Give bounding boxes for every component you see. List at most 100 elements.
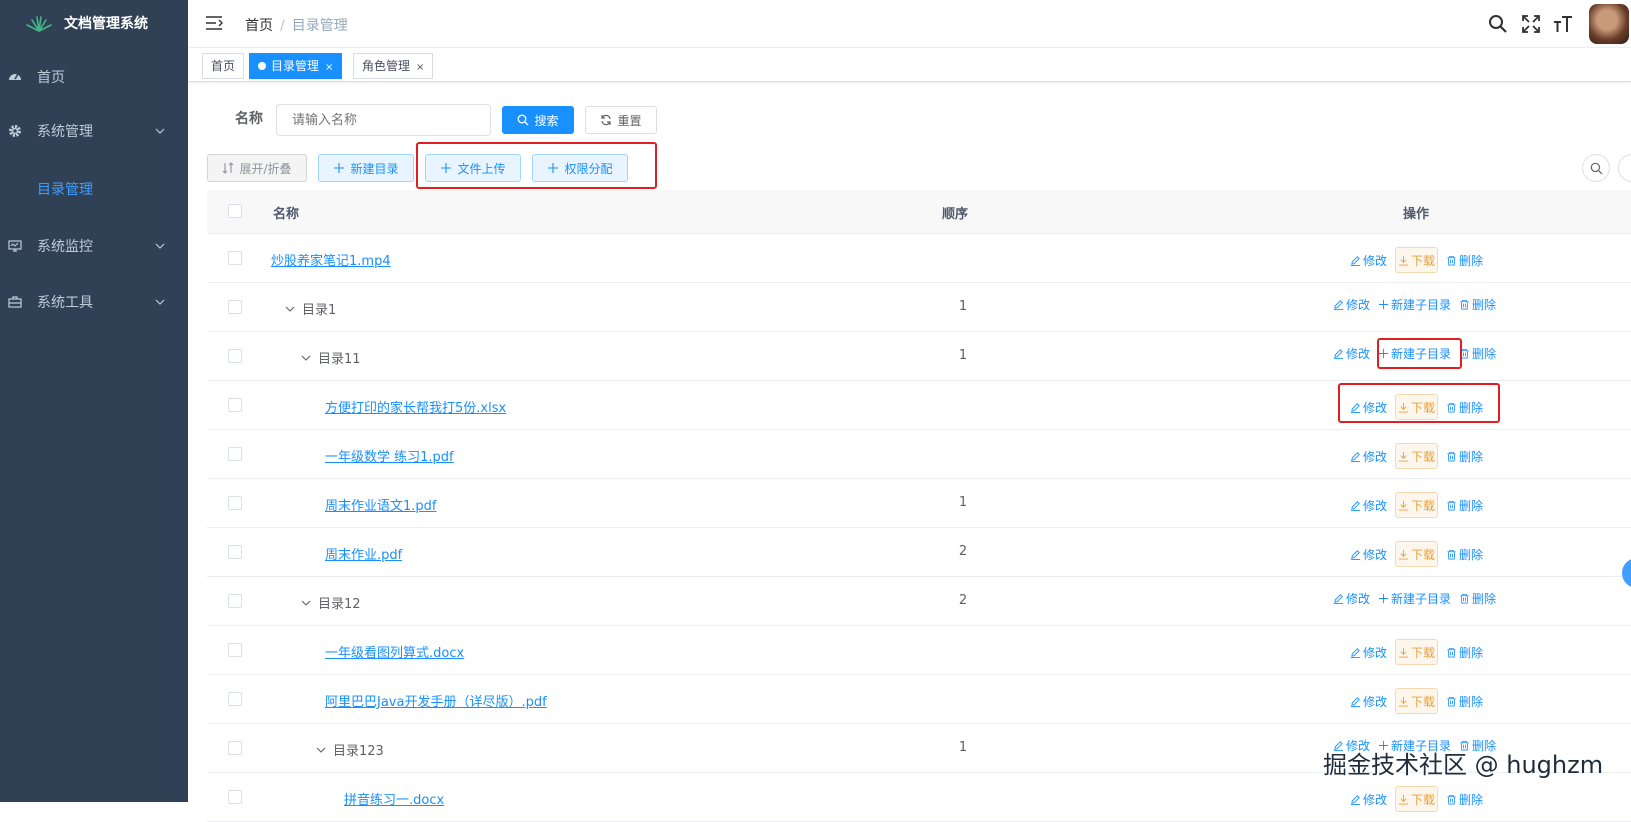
name-search-input[interactable] [276, 104, 491, 136]
new-directory-button[interactable]: 新建目录 [318, 154, 414, 182]
new-subdirectory-button[interactable]: 新建子目录 [1378, 296, 1451, 313]
row-checkbox[interactable] [228, 594, 242, 608]
row-checkbox[interactable] [228, 545, 242, 559]
edit-button[interactable]: 修改 [1350, 644, 1387, 661]
file-link[interactable]: 拼音练习一.docx [344, 789, 444, 808]
download-button[interactable]: 下载 [1395, 688, 1439, 714]
search-button-label: 搜索 [534, 113, 559, 128]
edit-button[interactable]: 修改 [1350, 252, 1387, 269]
tag-directory-management[interactable]: 目录管理 × [249, 53, 343, 79]
edit-icon [1350, 451, 1361, 462]
download-button[interactable]: 下载 [1395, 541, 1439, 567]
delete-button-label: 删除 [1459, 253, 1484, 268]
chevron-down-icon[interactable] [315, 744, 327, 756]
edit-button[interactable]: 修改 [1333, 345, 1370, 362]
delete-button[interactable]: 删除 [1446, 546, 1483, 563]
download-button[interactable]: 下载 [1395, 639, 1439, 665]
order-cell: 1 [958, 348, 968, 363]
delete-button[interactable]: 删除 [1446, 252, 1483, 269]
font-size-icon[interactable] [1553, 14, 1573, 34]
edit-button[interactable]: 修改 [1350, 448, 1387, 465]
row-checkbox[interactable] [228, 447, 242, 461]
expand-collapse-button[interactable]: 展开/折叠 [207, 154, 307, 182]
file-link[interactable]: 方便打印的家长帮我打5份.xlsx [325, 397, 506, 416]
download-button[interactable]: 下载 [1395, 786, 1439, 812]
trash-icon [1447, 794, 1456, 804]
delete-button[interactable]: 删除 [1459, 296, 1496, 313]
search-button[interactable]: 搜索 [502, 106, 574, 134]
tag-role-management[interactable]: 角色管理 × [353, 53, 434, 79]
sidebar-item-directory-management[interactable]: 目录管理 [0, 161, 188, 217]
row-checkbox[interactable] [228, 741, 242, 755]
row-checkbox[interactable] [228, 692, 242, 706]
search-icon [1590, 162, 1603, 175]
toggle-search-button[interactable] [1582, 154, 1610, 182]
file-link[interactable]: 周末作业语文1.pdf [325, 495, 436, 514]
download-button[interactable]: 下载 [1395, 247, 1439, 273]
sidebar-item-system-management[interactable]: 系统管理 [0, 103, 188, 159]
row-checkbox[interactable] [228, 251, 242, 265]
delete-button-label: 删除 [1459, 449, 1484, 464]
edit-button[interactable]: 修改 [1350, 546, 1387, 563]
select-all-checkbox[interactable] [228, 204, 242, 218]
folder-name: 目录123 [333, 744, 384, 759]
table-row: 炒股养家笔记1.mp4 修改 下载 删除 [207, 234, 1631, 283]
new-subdirectory-button[interactable]: 新建子目录 [1378, 590, 1451, 607]
fullscreen-icon[interactable] [1521, 14, 1541, 34]
refresh-table-button[interactable] [1618, 154, 1631, 182]
sidebar-item-system-monitor[interactable]: 系统监控 [0, 218, 188, 274]
edit-icon [1350, 696, 1361, 707]
file-link[interactable]: 炒股养家笔记1.mp4 [271, 250, 391, 269]
delete-button[interactable]: 删除 [1446, 644, 1483, 661]
folder-name: 目录12 [318, 597, 361, 612]
reset-button[interactable]: 重置 [585, 106, 657, 134]
breadcrumb-home[interactable]: 首页 [245, 18, 273, 34]
search-icon[interactable] [1488, 14, 1508, 34]
chevron-down-icon[interactable] [284, 303, 296, 315]
row-checkbox[interactable] [228, 300, 242, 314]
avatar[interactable] [1589, 4, 1629, 44]
edit-button[interactable]: 修改 [1333, 296, 1370, 313]
edit-button[interactable]: 修改 [1333, 590, 1370, 607]
file-link[interactable]: 一年级看图列算式.docx [325, 642, 464, 661]
chevron-down-icon[interactable] [300, 352, 312, 364]
file-link[interactable]: 一年级数学 练习1.pdf [325, 446, 454, 465]
chevron-down-icon[interactable] [300, 597, 312, 609]
edit-button-label: 修改 [1363, 694, 1388, 709]
row-actions: 修改 下载 删除 [1350, 247, 1483, 273]
plus-icon [1378, 299, 1389, 310]
edit-button[interactable]: 修改 [1350, 791, 1387, 808]
name-cell: 一年级数学 练习1.pdf [325, 446, 454, 465]
delete-button[interactable]: 删除 [1459, 590, 1496, 607]
delete-button[interactable]: 删除 [1459, 345, 1496, 362]
tag-home[interactable]: 首页 [202, 53, 245, 79]
edit-button[interactable]: 修改 [1350, 693, 1387, 710]
close-icon[interactable]: × [325, 62, 333, 73]
file-link[interactable]: 阿里巴巴Java开发手册（详尽版）.pdf [325, 691, 547, 710]
sidebar-item-home[interactable]: 首页 [0, 49, 188, 105]
download-button[interactable]: 下载 [1395, 492, 1439, 518]
row-checkbox[interactable] [228, 349, 242, 363]
expand-collapse-label: 展开/折叠 [239, 161, 292, 176]
sidebar-item-system-tools[interactable]: 系统工具 [0, 274, 188, 330]
chevron-down-icon [155, 299, 165, 305]
row-checkbox[interactable] [228, 496, 242, 510]
file-link[interactable]: 周末作业.pdf [325, 544, 402, 563]
edit-button-label: 修改 [1363, 645, 1388, 660]
app-logo[interactable]: 文档管理系统 [0, 0, 188, 46]
row-actions: 修改 下载 删除 [1350, 786, 1483, 812]
name-cell: 阿里巴巴Java开发手册（详尽版）.pdf [325, 691, 547, 710]
delete-button[interactable]: 删除 [1446, 497, 1483, 514]
folder-name: 目录11 [318, 352, 361, 367]
download-button[interactable]: 下载 [1395, 443, 1439, 469]
delete-button[interactable]: 删除 [1446, 693, 1483, 710]
close-icon[interactable]: × [416, 62, 424, 73]
edit-button[interactable]: 修改 [1350, 497, 1387, 514]
delete-button[interactable]: 删除 [1446, 791, 1483, 808]
row-checkbox[interactable] [228, 643, 242, 657]
delete-button[interactable]: 删除 [1446, 448, 1483, 465]
name-cell: 炒股养家笔记1.mp4 [271, 250, 391, 269]
hamburger-icon[interactable] [205, 15, 223, 31]
row-checkbox[interactable] [228, 398, 242, 412]
tag-label: 首页 [211, 59, 236, 73]
